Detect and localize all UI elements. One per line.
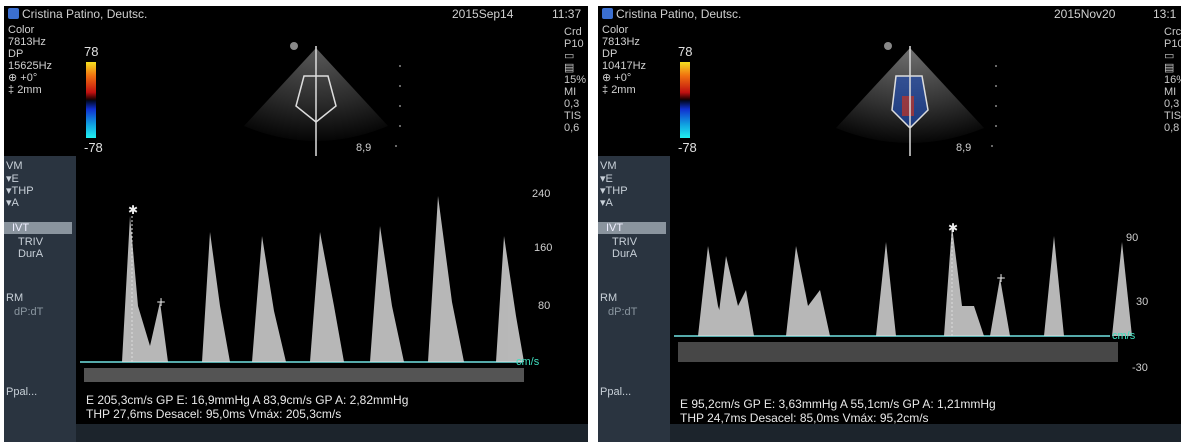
menu-item-triv[interactable]: TRIV <box>18 236 43 248</box>
left-orientation-dot <box>290 42 298 50</box>
angle-icon: ⊕ <box>602 72 612 84</box>
right-measure-line-1: E 95,2cm/s GP E: 3,63mmHg A 55,1cm/s GP … <box>680 397 996 411</box>
left-measure-line-1: E 205,3cm/s GP E: 16,9mmHg A 83,9cm/s GP… <box>86 393 409 407</box>
left-ultrasound-panel: ✱ + Cristina Patino, Deutsc. 2015Sep14 1… <box>4 6 588 442</box>
right-date: 2015Nov20 <box>1054 7 1116 21</box>
menu-item-dura[interactable]: DurA <box>18 248 43 260</box>
svg-text:✱: ✱ <box>128 203 138 217</box>
right-right-column: Crc P10 ▭ ▤ 16% MI 0,3 TIS 0,8 <box>1164 26 1181 134</box>
right-params: Color 7813Hz DP 10417Hz ⊕ +0° ‡ 2mm <box>602 24 646 96</box>
left-color-max: 78 <box>84 44 99 59</box>
left-params: Color 7813Hz DP 15625Hz ⊕ +0° ‡ 2mm <box>8 24 52 96</box>
menu-item-ppal[interactable]: Ppal... <box>6 386 37 398</box>
left-scale-160: 160 <box>534 242 553 254</box>
right-bottom-bar <box>670 424 1181 442</box>
svg-text:+: + <box>156 295 166 309</box>
param-gate: ‡ 2mm <box>602 84 636 96</box>
frame-icon: ▤ <box>564 62 575 74</box>
frame-icon: ▤ <box>1164 62 1175 74</box>
angle-icon: ⊕ <box>8 72 18 84</box>
param-gate: ‡ 2mm <box>8 84 42 96</box>
param-color-prf: 7813Hz <box>8 36 46 48</box>
menu-item-ivt[interactable]: IVT <box>598 222 666 234</box>
right-ultrasound-panel: ✱ + Cristina Patino, Deutsc. 2015Nov20 1… <box>598 6 1181 442</box>
left-header: Cristina Patino, Deutsc. <box>8 8 147 20</box>
right-below-baseline-noise <box>678 342 1118 362</box>
menu-item-rm[interactable]: RM <box>6 292 23 304</box>
right-scale-neg30: -30 <box>1132 362 1148 374</box>
right-measure-line-2: THP 24,7ms Desacel: 85,0ms Vmáx: 95,2cm/… <box>680 411 929 425</box>
left-unit: cm/s <box>516 356 540 368</box>
menu-item-dpdt[interactable]: dP:dT <box>14 306 43 318</box>
menu-item-dpdt[interactable]: dP:dT <box>608 306 637 318</box>
param-doppler-mode: DP <box>602 48 618 60</box>
app-logo-icon <box>8 8 19 19</box>
param-doppler-mode: DP <box>8 48 24 60</box>
right-doppler-spectrum <box>698 226 1132 336</box>
right-orientation-dot <box>884 42 892 50</box>
menu-item-a[interactable]: ▾A <box>600 196 613 209</box>
menu-item-vm[interactable]: VM <box>6 160 23 172</box>
right-depth-label: 8,9 <box>956 142 972 154</box>
film-icon: ▭ <box>1164 50 1175 62</box>
left-scale-240: 240 <box>532 188 551 200</box>
left-below-baseline-noise <box>84 368 524 382</box>
left-color-bar <box>86 62 96 138</box>
menu-item-a[interactable]: ▾A <box>6 196 19 209</box>
app-logo-icon <box>602 8 613 19</box>
left-right-column: Crd P10 ▭ ▤ 15% MI 0,3 TIS 0,6 <box>564 26 587 134</box>
right-scale-90: 90 <box>1126 232 1139 244</box>
param-color-prf: 7813Hz <box>602 36 640 48</box>
param-mode: Color <box>602 24 629 36</box>
menu-item-vm[interactable]: VM <box>600 160 617 172</box>
left-date: 2015Sep14 <box>452 7 514 21</box>
menu-item-dura[interactable]: DurA <box>612 248 637 260</box>
menu-item-ivt[interactable]: IVT <box>4 222 72 234</box>
param-angle: ⊕ +0° <box>602 72 632 84</box>
param-doppler-prf: 10417Hz <box>602 60 647 72</box>
menu-item-rm[interactable]: RM <box>600 292 617 304</box>
left-measure-menu: VM ▾E ▾THP ▾A IVT TRIV DurA RM dP:dT Ppa… <box>4 156 76 442</box>
right-color-min: -78 <box>678 140 697 155</box>
param-doppler-prf: 15625Hz <box>8 60 53 72</box>
left-time: 11:37 <box>552 7 582 21</box>
right-time: 13:1 <box>1153 7 1177 21</box>
left-doppler-spectrum <box>122 196 524 362</box>
right-color-max: 78 <box>678 44 693 59</box>
right-unit: cm/s <box>1112 330 1136 342</box>
svg-text:✱: ✱ <box>948 221 958 235</box>
film-icon: ▭ <box>564 50 575 62</box>
param-angle: ⊕ +0° <box>8 72 38 84</box>
left-scale-80: 80 <box>538 300 551 312</box>
left-depth-label: 8,9 <box>356 142 372 154</box>
gate-icon: ‡ <box>8 84 15 96</box>
menu-item-triv[interactable]: TRIV <box>612 236 637 248</box>
svg-text:+: + <box>996 271 1006 285</box>
right-measure-menu: VM ▾E ▾THP ▾A IVT TRIV DurA RM dP:dT Ppa… <box>598 156 670 442</box>
left-bottom-bar <box>76 424 588 442</box>
gate-icon: ‡ <box>602 84 609 96</box>
menu-item-ppal[interactable]: Ppal... <box>600 386 631 398</box>
left-measure-line-2: THP 27,6ms Desacel: 95,0ms Vmáx: 205,3cm… <box>86 407 342 421</box>
right-scale-30: 30 <box>1136 296 1149 308</box>
left-color-min: -78 <box>84 140 103 155</box>
right-header: Cristina Patino, Deutsc. <box>602 8 741 20</box>
param-mode: Color <box>8 24 35 36</box>
right-color-bar <box>680 62 690 138</box>
